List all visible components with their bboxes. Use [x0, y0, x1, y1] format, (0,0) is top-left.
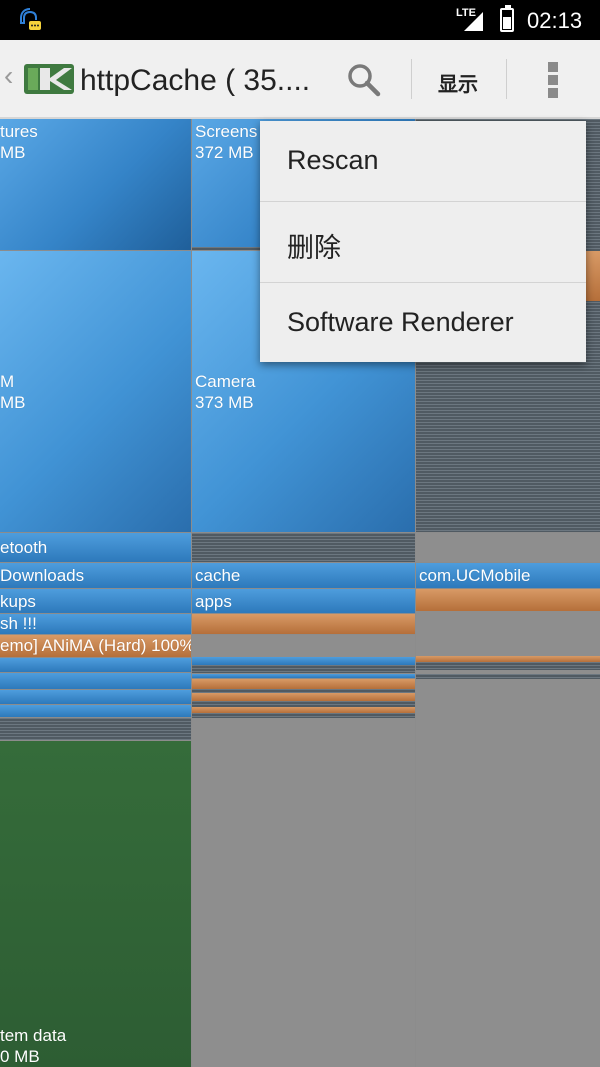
menu-item-delete[interactable]: 删除	[260, 202, 586, 282]
treemap-tile[interactable]	[416, 589, 600, 611]
tile-size: 0 MB	[0, 1047, 40, 1066]
treemap-tile[interactable]: sh !!!	[0, 614, 191, 634]
treemap-tile[interactable]: M MB	[0, 251, 191, 532]
overflow-menu-icon[interactable]	[540, 60, 566, 100]
back-caret-icon[interactable]: ‹	[4, 60, 13, 92]
menu-item-label: Software Renderer	[287, 307, 514, 337]
treemap-tile[interactable]	[0, 690, 191, 704]
status-time: 02:13	[527, 8, 583, 33]
tile-label: cache	[195, 566, 241, 585]
treemap-tile[interactable]: emo] ANiMA (Hard) 100%	[0, 635, 191, 657]
tile-size: 372 MB	[195, 143, 254, 162]
display-button[interactable]: 显示	[438, 68, 478, 97]
treemap-tile[interactable]: apps	[192, 589, 415, 613]
tile-size: MB	[0, 143, 26, 162]
treemap-tile[interactable]	[0, 658, 191, 672]
tile-size: 373 MB	[195, 393, 254, 412]
treemap-empty	[416, 611, 600, 656]
tile-label: sh !!!	[0, 614, 37, 633]
treemap-tile[interactable]	[192, 533, 415, 562]
menu-item-label: Rescan	[287, 145, 379, 175]
app-logo-icon[interactable]	[24, 60, 74, 98]
overflow-popup-menu: Rescan 删除 Software Renderer	[260, 121, 586, 362]
treemap-tile[interactable]	[0, 673, 191, 689]
tile-label: etooth	[0, 538, 48, 557]
tile-label: kups	[0, 592, 36, 611]
tile-label: apps	[195, 592, 232, 611]
treemap-tile[interactable]: tures MB	[0, 119, 191, 250]
action-divider	[506, 59, 507, 99]
treemap-tile[interactable]: cache	[192, 563, 415, 588]
tile-label: Downloads	[0, 566, 85, 585]
chat-notification-icon	[20, 8, 41, 30]
treemap-tile[interactable]	[416, 662, 600, 670]
treemap-tile[interactable]	[192, 693, 415, 701]
action-divider	[411, 59, 412, 99]
signal-icon	[464, 12, 483, 31]
menu-item-label: 删除	[287, 233, 341, 263]
search-icon[interactable]	[346, 62, 382, 98]
treemap-empty	[192, 718, 415, 1067]
treemap-tile[interactable]	[586, 251, 600, 301]
tile-size: MB	[0, 393, 26, 412]
treemap-tile[interactable]: Downloads	[0, 563, 191, 588]
treemap-empty	[416, 679, 600, 1067]
treemap-tile[interactable]	[0, 705, 191, 717]
tile-label: Camera	[195, 372, 256, 391]
tile-label: M	[0, 372, 15, 391]
treemap-empty	[416, 533, 600, 562]
treemap-tile[interactable]	[192, 614, 415, 634]
treemap-tile[interactable]	[192, 665, 415, 673]
treemap-tile[interactable]	[192, 674, 415, 678]
tile-label: com.UCMobile	[419, 566, 531, 585]
treemap-tile[interactable]: etooth	[0, 533, 191, 562]
battery-icon	[500, 5, 514, 32]
tile-label: Screens	[195, 122, 258, 141]
tile-label: tures	[0, 122, 38, 141]
menu-item-rescan[interactable]: Rescan	[260, 121, 586, 201]
page-title: httpCache ( 35....	[80, 64, 311, 97]
treemap-empty	[192, 635, 415, 657]
treemap-tile[interactable]	[192, 657, 415, 665]
tile-label: emo] ANiMA (Hard) 100%	[0, 636, 191, 655]
treemap-tile[interactable]	[0, 718, 191, 740]
menu-item-software-renderer[interactable]: Software Renderer	[260, 283, 586, 363]
treemap-tile[interactable]: com.UCMobile	[416, 563, 600, 588]
treemap-tile[interactable]: kups	[0, 589, 191, 613]
treemap-tile[interactable]	[192, 679, 415, 689]
tile-label: tem data	[0, 1026, 67, 1045]
treemap-tile[interactable]: tem data 0 MB	[0, 741, 191, 1067]
